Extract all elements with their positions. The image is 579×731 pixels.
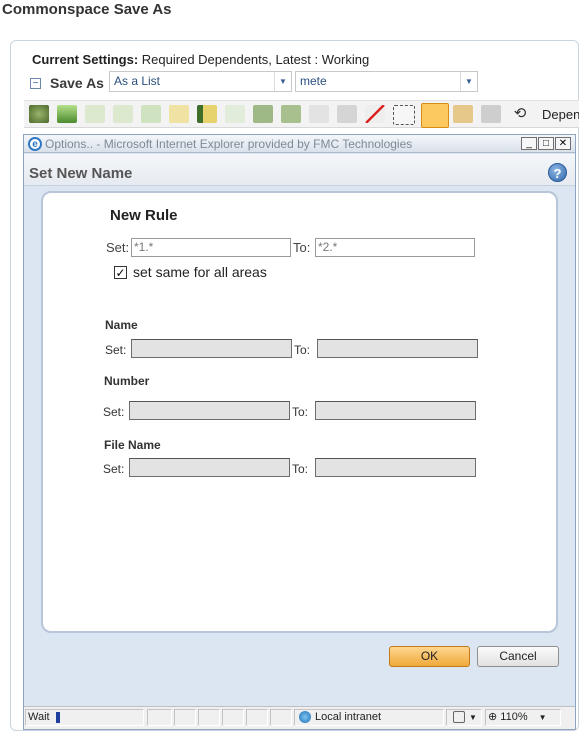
refresh-icon[interactable]: ⟲ (510, 105, 530, 123)
status-cell (174, 709, 196, 726)
number-to-input[interactable] (315, 401, 476, 420)
toolbar: ⟲ (24, 100, 579, 128)
zoom-level: 110% (500, 711, 528, 723)
collapse-icon[interactable]: − (30, 78, 41, 89)
options-dialog: e Options.. - Microsoft Internet Explore… (23, 134, 576, 730)
add-object-icon[interactable] (57, 105, 77, 123)
zoom-icon: ⊕ (488, 711, 498, 723)
zone-cell: Local intranet (294, 709, 444, 726)
number-set-label: Set: (103, 405, 125, 419)
paste-icon[interactable] (113, 105, 133, 123)
chevron-down-icon[interactable]: ▼ (460, 72, 477, 91)
name-heading: Name (105, 318, 138, 332)
frame-icon[interactable] (337, 105, 357, 123)
name-set-input[interactable] (131, 339, 292, 358)
current-settings-value: Required Dependents, Latest : Working (141, 52, 370, 67)
list-mode-select[interactable]: As a List ▼ (109, 71, 292, 92)
file-name-to-input[interactable] (315, 458, 476, 477)
list-icon[interactable] (197, 105, 217, 123)
new-rule-set-label: Set: (106, 240, 130, 255)
ie-icon: e (28, 137, 42, 151)
status-cell (222, 709, 244, 726)
context-value: mete (300, 74, 327, 88)
zone-text: Local intranet (315, 711, 382, 723)
delete-icon[interactable] (365, 105, 385, 123)
name-to-input[interactable] (317, 339, 478, 358)
name-set-label: Set: (105, 343, 127, 357)
save-as-label: Save As (50, 75, 104, 91)
gear-disabled-icon[interactable] (481, 105, 501, 123)
list-mode-value: As a List (114, 74, 161, 88)
status-text: Wait (28, 711, 50, 723)
edit-icon[interactable] (141, 105, 161, 123)
status-text-cell: Wait (25, 709, 144, 726)
file-name-heading: File Name (104, 438, 161, 452)
file-name-set-label: Set: (103, 462, 125, 476)
lock-icon (453, 711, 465, 724)
chevron-down-icon: ▼ (538, 713, 547, 722)
gear-icon[interactable] (29, 105, 49, 123)
maximize-icon[interactable]: □ (538, 137, 554, 150)
status-bar: Wait Local intranet ▼ ⊕ 110% ▼ (24, 706, 575, 729)
form-card: New Rule Set: *1.* To: *2.* ✓ set same f… (41, 191, 558, 633)
chevron-down-icon[interactable]: ▼ (274, 72, 291, 91)
progress-indicator (55, 711, 60, 723)
number-to-label: To: (292, 405, 309, 419)
context-select[interactable]: mete ▼ (295, 71, 478, 92)
select-icon[interactable] (393, 105, 415, 125)
window-title: Options.. - Microsoft Internet Explorer … (45, 137, 413, 151)
chevron-down-icon: ▼ (469, 713, 477, 722)
move-icon[interactable] (281, 105, 301, 123)
folder-icon[interactable] (453, 105, 473, 123)
cancel-button[interactable]: Cancel (477, 646, 559, 667)
window-titlebar[interactable]: e Options.. - Microsoft Internet Explore… (24, 135, 575, 153)
ok-button[interactable]: OK (389, 646, 470, 667)
file-name-set-input[interactable] (129, 458, 290, 477)
globe-icon (299, 711, 311, 724)
help-icon[interactable]: ? (548, 163, 567, 182)
close-icon[interactable]: ✕ (555, 137, 571, 150)
dependents-label[interactable]: Depen (542, 107, 579, 122)
number-set-input[interactable] (129, 401, 290, 420)
zoom-control[interactable]: ⊕ 110% ▼ (485, 709, 561, 726)
current-settings-label: Current Settings: (32, 52, 139, 67)
page-title: Set New Name (29, 165, 133, 182)
minimize-icon[interactable]: _ (521, 137, 537, 150)
new-rule-set-input[interactable]: *1.* (131, 238, 291, 257)
status-cell (147, 709, 172, 726)
new-rule-heading: New Rule (110, 207, 178, 224)
app-title: Commonspace Save As (2, 1, 172, 18)
number-heading: Number (104, 374, 150, 388)
new-rule-to-input[interactable]: *2.* (315, 238, 475, 257)
current-settings: Current Settings: Required Dependents, L… (32, 52, 369, 67)
comment-icon[interactable] (169, 105, 189, 123)
new-rule-to-label: To: (293, 240, 311, 255)
status-cell (270, 709, 292, 726)
protected-mode-cell[interactable]: ▼ (446, 709, 482, 726)
recycle-icon[interactable] (421, 103, 449, 128)
page-icon[interactable] (309, 105, 329, 123)
file-name-to-label: To: (292, 462, 309, 476)
status-cell (246, 709, 268, 726)
status-cell (198, 709, 220, 726)
check-icon[interactable] (225, 105, 245, 123)
name-to-label: To: (294, 343, 311, 357)
tree-icon[interactable] (253, 105, 273, 123)
same-for-all-label: set same for all areas (133, 264, 267, 280)
same-for-all-checkbox[interactable]: ✓ (114, 266, 127, 279)
copy-icon[interactable] (85, 105, 105, 123)
